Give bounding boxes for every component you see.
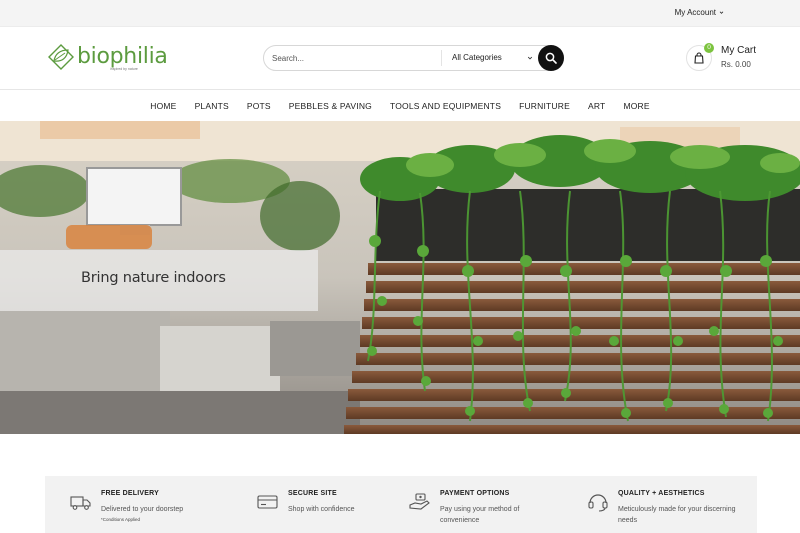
cart-title: My Cart <box>721 45 756 56</box>
nav-item-pebbles-paving[interactable]: PEBBLES & PAVING <box>289 101 372 111</box>
cart-total: Rs. 0.00 <box>721 60 751 69</box>
feature-description: Shop with confidence <box>288 506 355 513</box>
headset-icon <box>588 494 608 512</box>
nav-item-home[interactable]: HOME <box>150 101 176 111</box>
logo-text: biophilia <box>77 44 168 69</box>
category-select[interactable]: All Categories <box>441 50 539 66</box>
feature-description: Delivered to your doorstep <box>101 506 184 513</box>
my-account-dropdown[interactable]: My Account <box>675 8 724 17</box>
nav-item-tools-equipments[interactable]: TOOLS AND EQUIPMENTS <box>390 101 501 111</box>
feature-title: SECURE SITE <box>288 490 337 497</box>
feature-title: FREE DELIVERY <box>101 490 159 497</box>
search-icon <box>545 52 557 64</box>
search-button[interactable] <box>538 45 564 71</box>
hero-banner[interactable]: Bring nature indoors <box>0 121 800 434</box>
cart-widget[interactable]: 0 My Cart Rs. 0.00 <box>686 43 786 74</box>
chevron-down-icon <box>527 56 533 60</box>
nav-item-pots[interactable]: POTS <box>247 101 271 111</box>
nav-item-plants[interactable]: PLANTS <box>195 101 229 111</box>
hero-caption-box: Bring nature indoors <box>0 250 318 311</box>
feature-title: PAYMENT OPTIONS <box>440 490 510 497</box>
cart-count-badge: 0 <box>704 43 714 53</box>
nav-item-art[interactable]: ART <box>588 101 605 111</box>
shopping-bag-icon <box>694 52 704 64</box>
main-navigation: HOME PLANTS POTS PEBBLES & PAVING TOOLS … <box>0 91 800 121</box>
my-account-label: My Account <box>674 8 716 17</box>
category-selected-label: All Categories <box>452 53 502 62</box>
logo-tagline: inspired by nature <box>110 67 138 71</box>
leaf-logo-icon <box>48 44 74 70</box>
feature-note: *Conditions Applied <box>101 517 141 522</box>
biophilia-logo[interactable]: biophilia inspired by nature <box>47 43 168 71</box>
chevron-down-icon <box>719 11 724 14</box>
site-header: biophilia inspired by nature All Categor… <box>0 27 800 90</box>
payment-hand-icon <box>409 493 430 510</box>
top-bar: My Account <box>0 0 800 27</box>
feature-description: Meticulously made for your discerning ne… <box>618 506 736 524</box>
search-input[interactable] <box>272 50 437 66</box>
hero-headline: Bring nature indoors <box>81 270 226 286</box>
nav-item-more[interactable]: MORE <box>623 101 649 111</box>
credit-card-icon <box>257 495 278 509</box>
delivery-truck-icon <box>70 496 91 510</box>
search-bar: All Categories <box>263 45 564 71</box>
features-strip: FREE DELIVERY Delivered to your doorstep… <box>45 476 757 533</box>
feature-title: QUALITY + AESTHETICS <box>618 490 705 497</box>
nav-item-furniture[interactable]: FURNITURE <box>519 101 570 111</box>
feature-description: Pay using your method of convenience <box>440 506 520 524</box>
